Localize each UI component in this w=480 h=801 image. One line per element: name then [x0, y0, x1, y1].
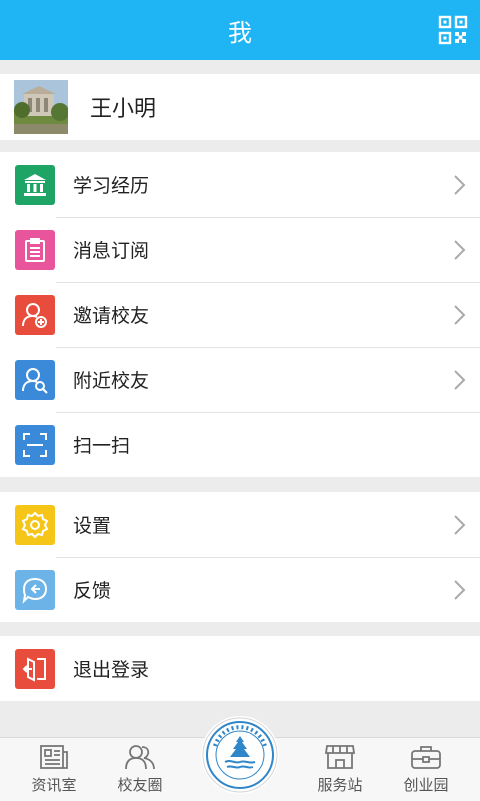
tab-service-station[interactable]: 服务站: [305, 744, 375, 800]
shop-icon: [324, 745, 356, 769]
gear-icon: [15, 504, 55, 545]
bank-icon: [15, 164, 55, 205]
search-user-icon: [15, 359, 55, 400]
chevron-right-icon: [454, 579, 466, 600]
feedback-icon: [15, 569, 55, 610]
add-user-icon: [15, 294, 55, 335]
page-title: 我: [228, 18, 252, 47]
tab-label: 资讯室: [31, 776, 77, 794]
tab-label: 校友圈: [117, 776, 163, 794]
logout-icon: [15, 648, 55, 689]
briefcase-icon: [411, 746, 441, 769]
menu-item-invite-alumni[interactable]: 邀请校友: [0, 282, 480, 347]
menu-item-scan[interactable]: 扫一扫: [0, 412, 480, 477]
menu-item-message-subscription[interactable]: 消息订阅: [0, 217, 480, 282]
avatar: [14, 80, 68, 134]
school-logo-icon: [202, 717, 278, 793]
tab-label: 服务站: [317, 776, 363, 794]
clipboard-icon: [15, 229, 55, 270]
menu-label: 邀请校友: [73, 305, 150, 327]
menu-item-settings[interactable]: 设置: [0, 492, 480, 557]
menu-label: 反馈: [73, 580, 112, 602]
chevron-right-icon: [454, 239, 466, 260]
tab-news[interactable]: 资讯室: [19, 744, 89, 800]
top-bar: 我: [0, 0, 480, 60]
chevron-right-icon: [454, 369, 466, 390]
tab-alumni-circle[interactable]: 校友圈: [105, 744, 175, 800]
menu-item-feedback[interactable]: 反馈: [0, 557, 480, 622]
scan-icon: [15, 424, 55, 465]
menu-label: 消息订阅: [73, 240, 150, 262]
newspaper-icon: [40, 745, 68, 769]
menu-group-main: 学习经历 消息订阅 邀请校友 附近校友 扫一扫: [0, 152, 480, 477]
tab-startup-park[interactable]: 创业园: [391, 744, 461, 800]
profile-card[interactable]: 王小明: [0, 74, 480, 140]
chevron-right-icon: [454, 174, 466, 195]
menu-item-nearby-alumni[interactable]: 附近校友: [0, 347, 480, 412]
menu-item-logout[interactable]: 退出登录: [0, 636, 480, 701]
menu-group-settings: 设置 反馈: [0, 492, 480, 622]
menu-label: 附近校友: [73, 370, 150, 392]
menu-label: 扫一扫: [73, 435, 131, 457]
people-icon: [125, 745, 155, 770]
school-logo-button[interactable]: [201, 716, 279, 794]
chevron-right-icon: [454, 304, 466, 325]
menu-label: 退出登录: [73, 659, 150, 681]
menu-label: 设置: [73, 515, 112, 537]
user-name: 王小明: [90, 97, 157, 122]
menu-group-logout: 退出登录: [0, 636, 480, 701]
tab-label: 创业园: [403, 776, 449, 794]
menu-item-study-history[interactable]: 学习经历: [0, 152, 480, 217]
chevron-right-icon: [454, 514, 466, 535]
qr-code-icon[interactable]: [438, 15, 468, 45]
menu-label: 学习经历: [73, 175, 150, 197]
